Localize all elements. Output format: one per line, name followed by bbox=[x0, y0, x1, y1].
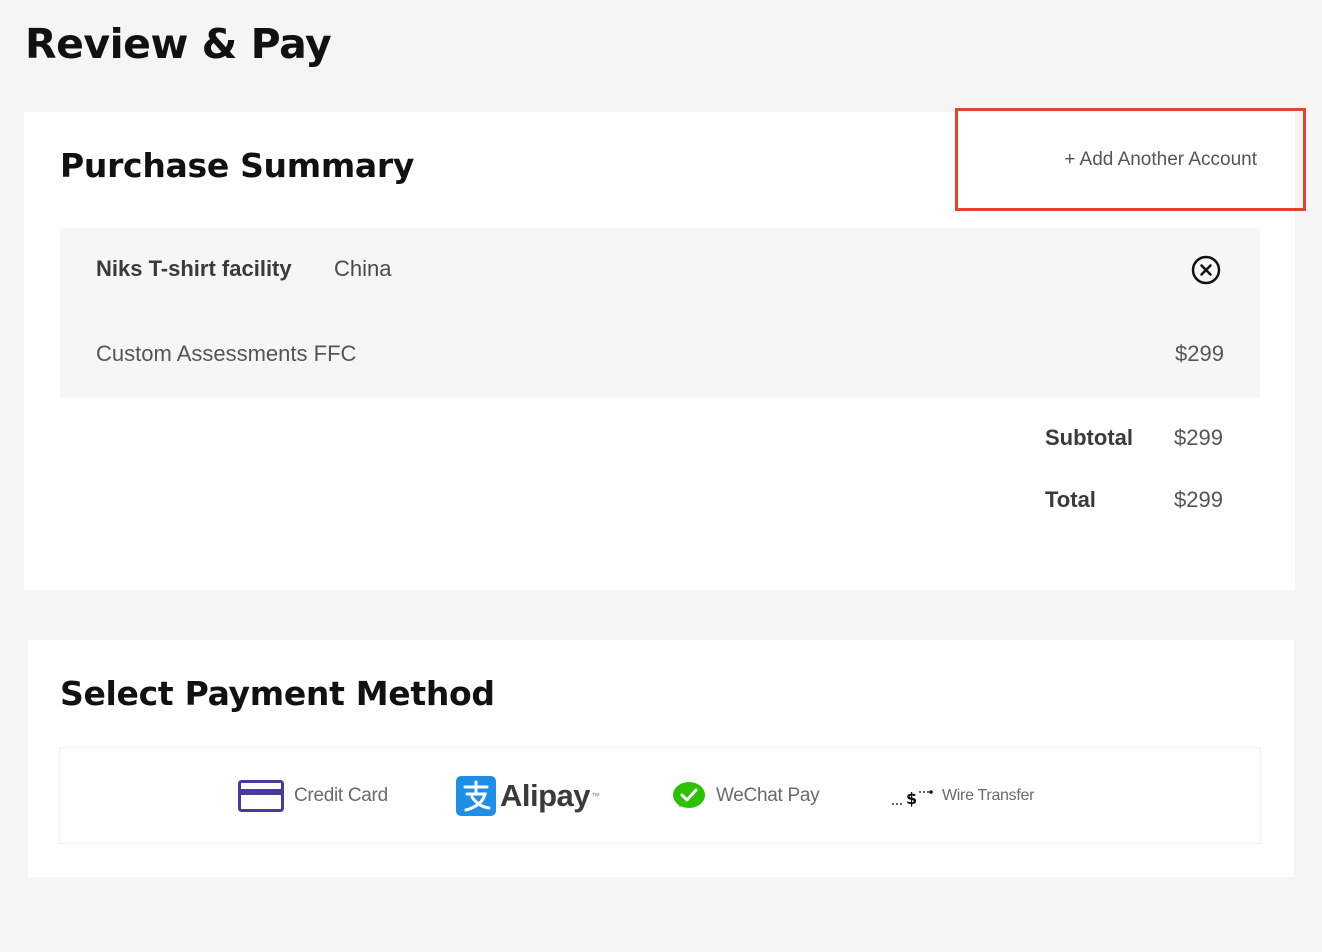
alipay-label: Alipay bbox=[500, 777, 591, 813]
payment-methods: Credit Card Alipay ™ WeChat Pay $ Wire T… bbox=[60, 748, 1260, 843]
item-name: Niks T-shirt facility bbox=[96, 256, 292, 281]
page: Review & Pay Purchase Summary + Add Anot… bbox=[0, 0, 1322, 952]
add-another-account-label: + Add Another Account bbox=[1064, 148, 1257, 170]
page-title: Review & Pay bbox=[25, 20, 332, 68]
payment-option-wechat-pay[interactable]: WeChat Pay bbox=[672, 748, 820, 843]
wire-transfer-label: Wire Transfer bbox=[942, 786, 1035, 804]
payment-method-card: Select Payment Method Credit Card Alipay… bbox=[28, 640, 1294, 877]
wechat-icon bbox=[673, 781, 705, 808]
payment-option-credit-card[interactable]: Credit Card bbox=[238, 748, 388, 843]
remove-item-icon[interactable] bbox=[1191, 255, 1221, 285]
add-another-account-link[interactable]: + Add Another Account bbox=[955, 108, 1306, 211]
wechat-pay-label: WeChat Pay bbox=[716, 784, 820, 806]
payment-option-alipay[interactable]: Alipay ™ bbox=[456, 748, 600, 843]
payment-method-title: Select Payment Method bbox=[60, 674, 495, 713]
purchase-item: Niks T-shirt facility China Custom Asses… bbox=[60, 228, 1260, 398]
trademark-icon: ™ bbox=[591, 790, 601, 801]
svg-text:$: $ bbox=[906, 789, 917, 808]
item-country: China bbox=[334, 256, 392, 281]
subtotal-label: Subtotal bbox=[1045, 425, 1133, 450]
credit-card-icon bbox=[238, 779, 284, 812]
payment-option-wire-transfer[interactable]: $ Wire Transfer bbox=[890, 748, 1034, 843]
item-description: Custom Assessments FFC bbox=[96, 341, 357, 366]
credit-card-label: Credit Card bbox=[294, 784, 388, 806]
purchase-summary-card: Purchase Summary + Add Another Account N… bbox=[24, 108, 1306, 590]
subtotal-value: $299 bbox=[1174, 425, 1223, 450]
total-label: Total bbox=[1045, 487, 1096, 512]
total-value: $299 bbox=[1174, 487, 1223, 512]
item-price: $299 bbox=[1175, 341, 1224, 366]
alipay-icon bbox=[456, 775, 496, 816]
purchase-summary-title: Purchase Summary bbox=[60, 146, 415, 185]
wire-transfer-icon: $ bbox=[892, 789, 933, 808]
